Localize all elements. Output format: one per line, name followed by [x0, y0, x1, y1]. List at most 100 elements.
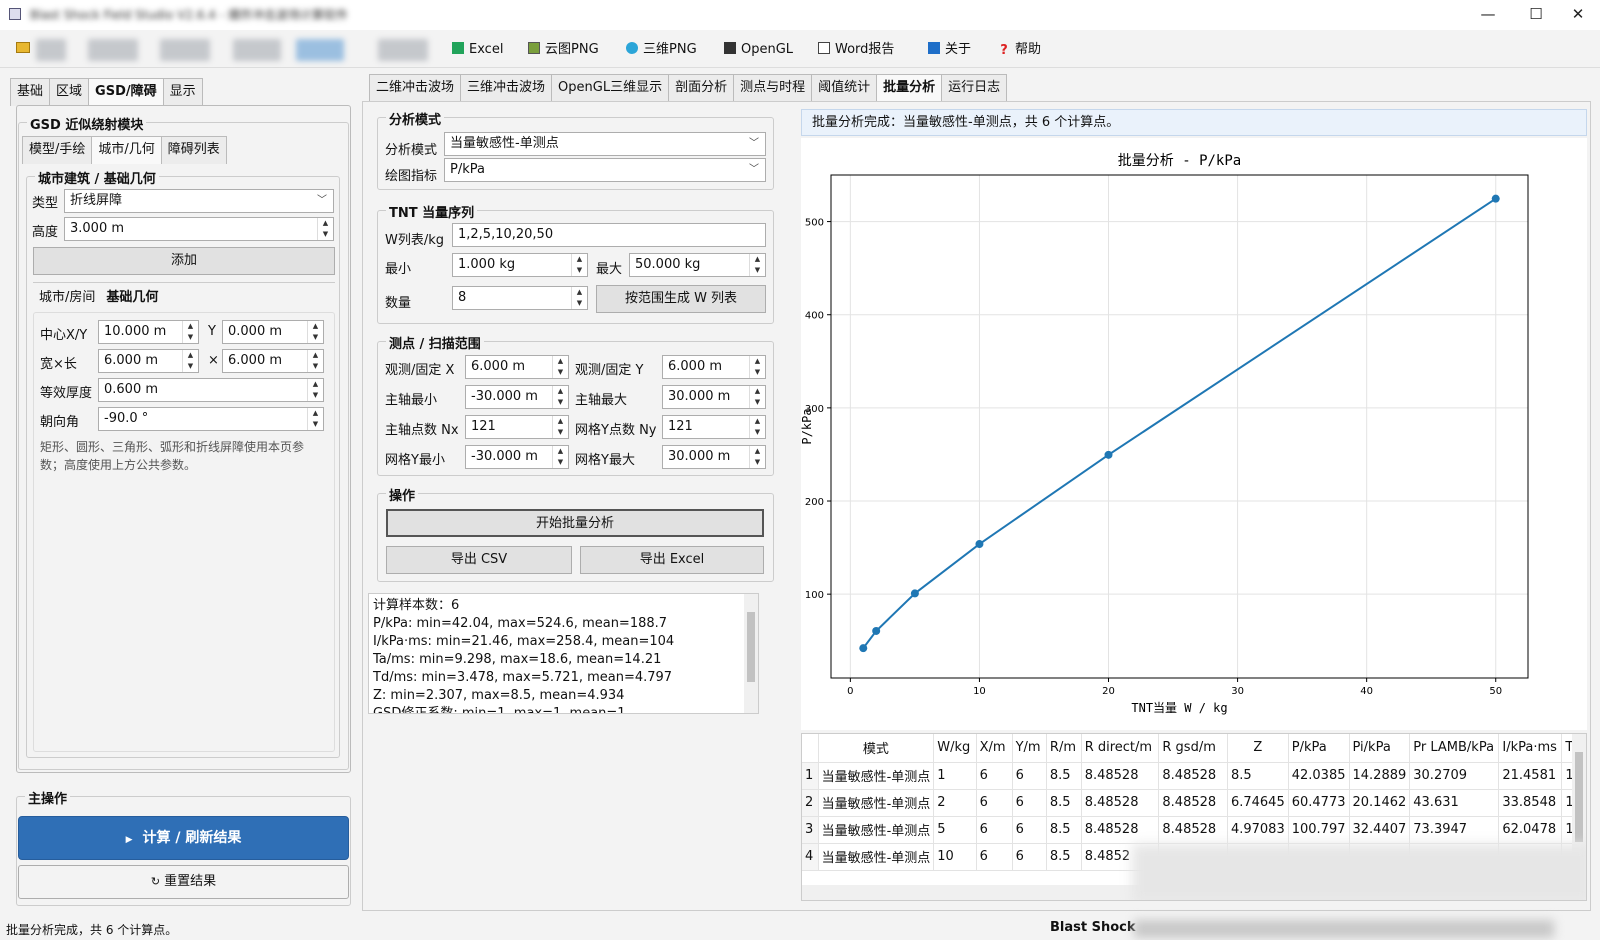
col-header[interactable]: Y/m	[1012, 734, 1047, 763]
col-header[interactable]	[802, 734, 819, 763]
table-cell[interactable]: 73.3947	[1409, 816, 1500, 844]
table-cell[interactable]: 当量敏感性-单测点	[818, 789, 935, 817]
tab-model[interactable]: 模型/手绘	[22, 136, 93, 164]
col-header[interactable]: X/m	[976, 734, 1013, 763]
table-cell[interactable]: 10	[933, 843, 977, 871]
tab-city-geometry[interactable]: 城市/几何	[91, 136, 162, 164]
toolbar-blurred-4[interactable]	[233, 39, 281, 61]
table-cell[interactable]: 8.5	[1046, 816, 1082, 844]
table-cell[interactable]: 6	[1012, 816, 1047, 844]
tab-city-room[interactable]: 城市/房间	[33, 285, 101, 313]
spinner-icon[interactable]: ▲ ▼	[182, 321, 198, 343]
table-cell[interactable]: 8.5	[1227, 762, 1289, 790]
export-csv-button[interactable]: 导出 CSV	[386, 546, 572, 574]
table-cell[interactable]: 43.631	[1409, 789, 1500, 817]
ymin-input[interactable]: -30.000 m ▲ ▼	[465, 445, 569, 469]
spinner-icon[interactable]: ▲ ▼	[552, 446, 568, 468]
tab-log[interactable]: 运行日志	[941, 74, 1008, 102]
add-button[interactable]: 添加	[33, 247, 335, 275]
col-header[interactable]: P/kPa	[1288, 734, 1350, 763]
spinner-icon[interactable]: ▲ ▼	[552, 416, 568, 438]
table-cell[interactable]: 6	[1012, 843, 1047, 871]
col-header[interactable]: Z	[1227, 734, 1289, 763]
table-cell[interactable]: 8.48528	[1081, 762, 1160, 790]
minimize-button[interactable]: —	[1466, 0, 1510, 30]
col-header[interactable]: I/kPa·ms	[1498, 734, 1563, 763]
word-report-button[interactable]: Word报告	[818, 40, 894, 60]
spinner-icon[interactable]: ▲ ▼	[307, 379, 323, 401]
spinner-icon[interactable]: ▲ ▼	[552, 356, 568, 378]
mode-select[interactable]: 当量敏感性-单测点 ﹀	[444, 132, 766, 156]
table-cell[interactable]: 4	[802, 843, 819, 871]
orientation-input[interactable]: -90.0 ° ▲ ▼	[98, 407, 324, 431]
table-cell[interactable]: 33.8548	[1498, 789, 1563, 817]
width-input[interactable]: 6.000 m ▲ ▼	[98, 349, 199, 373]
spinner-icon[interactable]: ▲ ▼	[307, 350, 323, 372]
spinner-icon[interactable]: ▲ ▼	[571, 254, 587, 276]
table-cell[interactable]: 100.797	[1288, 816, 1350, 844]
close-button[interactable]: ✕	[1556, 0, 1600, 30]
tab-threshold[interactable]: 阈值统计	[811, 74, 878, 102]
table-cell[interactable]: 62.0478	[1498, 816, 1563, 844]
reset-button[interactable]: ↻ 重置结果	[18, 865, 349, 899]
tab-gsd[interactable]: GSD/障碍	[88, 78, 164, 106]
spinner-icon[interactable]: ▲ ▼	[182, 350, 198, 372]
toolbar-blurred-3[interactable]	[160, 39, 210, 61]
table-cell[interactable]: 6.74645	[1227, 789, 1289, 817]
export-excel-button[interactable]: 导出 Excel	[580, 546, 764, 574]
max-input[interactable]: 50.000 kg ▲ ▼	[629, 253, 766, 277]
table-cell[interactable]: 5	[933, 816, 977, 844]
tab-display[interactable]: 显示	[162, 78, 203, 106]
col-header[interactable]: Pr LAMB/kPa	[1409, 734, 1500, 763]
toolbar-blurred-5[interactable]	[296, 39, 344, 61]
ny-input[interactable]: 121 ▲ ▼	[662, 415, 766, 439]
center-y-input[interactable]: 0.000 m ▲ ▼	[222, 320, 324, 344]
table-cell[interactable]: 60.4773	[1288, 789, 1350, 817]
generate-wlist-button[interactable]: 按范围生成 W 列表	[596, 285, 766, 313]
col-header[interactable]: R/m	[1046, 734, 1082, 763]
table-scroll-thumb[interactable]	[1575, 752, 1583, 842]
excel-button[interactable]: Excel	[452, 40, 503, 60]
table-cell[interactable]: 3	[802, 816, 819, 844]
obs-y-input[interactable]: 6.000 m ▲ ▼	[662, 355, 766, 379]
min-input[interactable]: 1.000 kg ▲ ▼	[452, 253, 588, 277]
table-row[interactable]: 1 当量敏感性-单测点 1 6 6 8.5 8.48528 8.48528 8.5 42.0385…	[802, 762, 1586, 790]
col-header[interactable]: Pi/kPa	[1349, 734, 1411, 763]
table-row[interactable]: 2 当量敏感性-单测点 2 6 6 8.5 8.48528 8.48528 6.74645 60.…	[802, 789, 1586, 817]
count-input[interactable]: 8 ▲ ▼	[452, 286, 588, 310]
axis-max-input[interactable]: 30.000 m ▲ ▼	[662, 385, 766, 409]
tab-region[interactable]: 区域	[49, 78, 90, 106]
type-select[interactable]: 折线屏障 ﹀	[64, 189, 334, 213]
table-cell[interactable]: 8.48528	[1158, 816, 1228, 844]
table-cell[interactable]: 6	[1012, 762, 1047, 790]
spinner-icon[interactable]: ▲ ▼	[749, 386, 765, 408]
table-cell[interactable]: 6	[976, 789, 1013, 817]
cloud-png-button[interactable]: 云图PNG	[528, 40, 599, 60]
spinner-icon[interactable]: ▲ ▼	[317, 218, 333, 240]
table-cell[interactable]: 8.5	[1046, 789, 1082, 817]
table-cell[interactable]: 6	[976, 816, 1013, 844]
about-button[interactable]: 关于	[928, 40, 971, 60]
obs-x-input[interactable]: 6.000 m ▲ ▼	[465, 355, 569, 379]
tab-batch[interactable]: 批量分析	[876, 74, 943, 102]
tab-2d-field[interactable]: 二维冲击波场	[369, 74, 462, 102]
thickness-input[interactable]: 0.600 m ▲ ▼	[98, 378, 324, 402]
table-cell[interactable]: 当量敏感性-单测点	[818, 843, 935, 871]
table-cell[interactable]: 6	[1012, 789, 1047, 817]
table-cell[interactable]: 当量敏感性-单测点	[818, 762, 935, 790]
table-cell[interactable]: 4.97083	[1227, 816, 1289, 844]
table-cell[interactable]: 14.2889	[1349, 762, 1411, 790]
tab-obstacle-list[interactable]: 障碍列表	[160, 136, 227, 164]
center-x-input[interactable]: 10.000 m ▲ ▼	[98, 320, 199, 344]
toolbar-blurred-2[interactable]	[88, 39, 138, 61]
table-cell[interactable]: 6	[976, 843, 1013, 871]
table-cell[interactable]: 当量敏感性-单测点	[818, 816, 935, 844]
three-png-button[interactable]: 三维PNG	[626, 40, 697, 60]
table-cell[interactable]: 8.48528	[1081, 789, 1160, 817]
table-cell[interactable]: 8.48528	[1158, 789, 1228, 817]
spinner-icon[interactable]: ▲ ▼	[552, 386, 568, 408]
nx-input[interactable]: 121 ▲ ▼	[465, 415, 569, 439]
col-header[interactable]: W/kg	[933, 734, 977, 763]
table-cell[interactable]: 2	[802, 789, 819, 817]
table-cell[interactable]: 42.0385	[1288, 762, 1350, 790]
